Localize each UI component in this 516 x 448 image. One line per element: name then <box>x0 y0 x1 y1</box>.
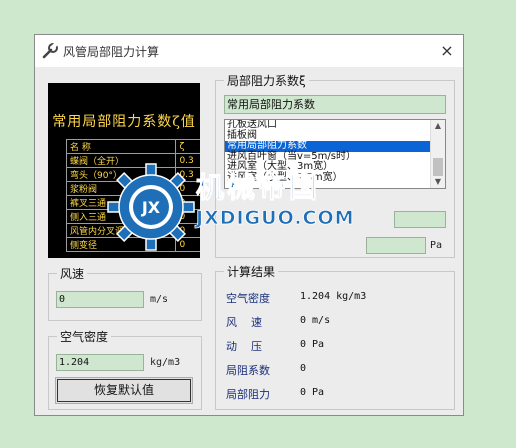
result-name: 局部阻力 <box>226 388 270 401</box>
coefficient-group-label: 局部阻力系数ξ <box>224 72 309 89</box>
air-density-group: 空气密度 1.204 kg/m3 恢复默认值 <box>48 328 202 410</box>
result-name: 局阻系数 <box>226 364 270 377</box>
close-icon: × <box>440 41 454 60</box>
table-cell: ζ <box>175 139 200 154</box>
list-item[interactable]: 孔板送风口 <box>225 120 445 131</box>
wind-speed-input[interactable]: 0 <box>56 291 144 308</box>
wind-speed-unit: m/s <box>150 294 169 305</box>
results-group: 计算结果 空气密度 1.204 kg/m3 风 速 0 m/s 动 压 0 Pa… <box>215 263 455 410</box>
title-bar[interactable]: 风管局部阻力计算 × <box>35 35 463 67</box>
result-value: 0 Pa <box>300 387 325 398</box>
air-density-unit: kg/m3 <box>150 357 181 368</box>
table-cell: 名 称 <box>65 139 177 154</box>
close-button[interactable]: × <box>431 35 463 67</box>
chevron-down-icon[interactable]: ▼ <box>431 176 445 188</box>
result-name: 动 压 <box>226 340 262 353</box>
wind-speed-label: 风速 <box>57 265 88 282</box>
table-row: 名 称ζ <box>65 139 200 154</box>
watermark-cn: 机械帝国 <box>195 171 321 205</box>
results-label: 计算结果 <box>224 263 279 280</box>
coefficient-type-display[interactable]: 常用局部阻力系数 <box>224 95 446 114</box>
gear-logo: JX <box>107 163 195 251</box>
air-density-input[interactable]: 1.204 <box>56 354 144 371</box>
result-value: 0 Pa <box>300 339 325 350</box>
air-density-label: 空气密度 <box>57 328 112 345</box>
logo-badge-text: JX <box>141 198 161 217</box>
result-value: 0 <box>300 363 307 374</box>
pressure-input[interactable] <box>366 237 426 254</box>
window-title: 风管局部阻力计算 <box>63 45 160 59</box>
result-name: 空气密度 <box>226 292 270 305</box>
coefficient-input[interactable] <box>394 211 446 228</box>
result-value: 0 m/s <box>300 315 331 326</box>
result-name: 风 速 <box>226 316 262 329</box>
pressure-unit: Pa <box>430 240 443 251</box>
wind-speed-group: 风速 0 m/s <box>48 265 202 321</box>
chevron-up-icon[interactable]: ▲ <box>431 120 445 132</box>
reset-defaults-button[interactable]: 恢复默认值 <box>55 377 193 404</box>
preview-heading: 常用局部阻力系数ζ值 <box>52 114 196 130</box>
result-value: 1.204 kg/m3 <box>300 291 367 302</box>
list-item-selected[interactable]: 常用局部阻力系数 <box>225 140 445 152</box>
scrollbar-thumb[interactable] <box>433 158 443 176</box>
watermark-en: JXDIGUO.COM <box>196 207 355 230</box>
list-scrollbar[interactable]: ▲ ▼ <box>430 120 445 188</box>
wrench-icon <box>42 42 58 59</box>
